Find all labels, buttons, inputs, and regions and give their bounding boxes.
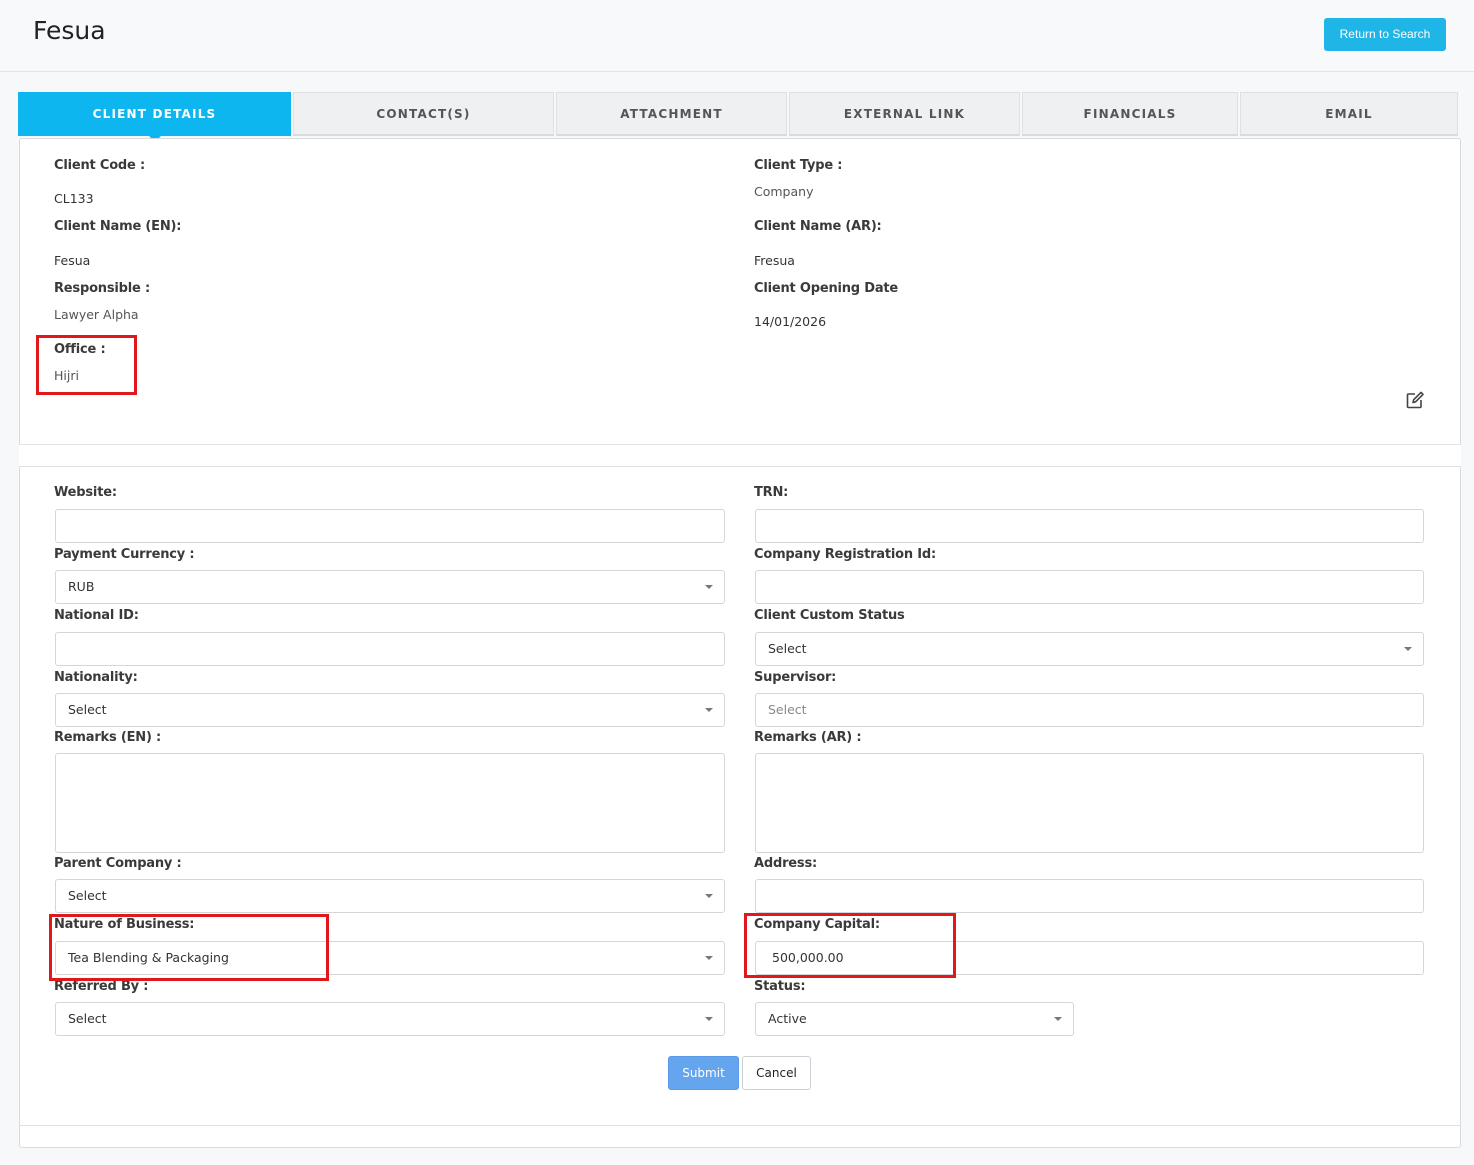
client-name-ar-value: Fresua (754, 253, 795, 268)
chevron-down-icon (705, 894, 713, 898)
company-capital-input[interactable]: 500,000.00 (755, 941, 1424, 975)
select-value: Select (768, 641, 807, 656)
referred-by-select[interactable]: Select (55, 1002, 725, 1036)
client-type-label: Client Type : (754, 158, 843, 173)
cancel-button[interactable]: Cancel (742, 1056, 811, 1090)
status-label: Status: (754, 979, 806, 994)
website-label: Website: (54, 485, 117, 500)
company-registration-label: Company Registration Id: (754, 547, 936, 562)
select-value: Select (68, 1011, 107, 1026)
chevron-down-icon (705, 1017, 713, 1021)
payment-currency-label: Payment Currency : (54, 547, 195, 562)
edit-icon[interactable] (1405, 390, 1425, 410)
tab-email[interactable]: EMAIL (1240, 92, 1458, 136)
nature-of-business-label: Nature of Business: (54, 917, 195, 932)
tab-attachment[interactable]: ATTACHMENT (556, 92, 787, 136)
select-value: Select (68, 888, 107, 903)
nationality-select[interactable]: Select (55, 693, 725, 727)
office-label: Office : (54, 342, 106, 357)
chevron-down-icon (1054, 1017, 1062, 1021)
custom-status-label: Client Custom Status (754, 608, 905, 623)
responsible-label: Responsible : (54, 281, 150, 296)
chevron-down-icon (1404, 647, 1412, 651)
tab-label: EMAIL (1325, 107, 1373, 121)
website-input[interactable] (55, 509, 725, 543)
parent-company-select[interactable]: Select (55, 879, 725, 913)
supervisor-input[interactable]: Select (755, 693, 1424, 727)
return-to-search-button[interactable]: Return to Search (1324, 18, 1446, 51)
card-footer-divider (19, 1125, 1461, 1126)
address-label: Address: (754, 856, 817, 871)
national-id-label: National ID: (54, 608, 139, 623)
remarks-en-textarea[interactable] (55, 753, 725, 853)
trn-label: TRN: (754, 485, 789, 500)
client-code-value: CL133 (54, 191, 94, 206)
tab-label: EXTERNAL LINK (843, 107, 966, 121)
national-id-input[interactable] (55, 632, 725, 666)
responsible-value: Lawyer Alpha (54, 307, 139, 322)
remarks-en-label: Remarks (EN) : (54, 730, 162, 745)
tab-label: FINANCIALS (1083, 107, 1177, 121)
tab-financials[interactable]: FINANCIALS (1022, 92, 1238, 136)
tab-contacts[interactable]: CONTACT(S) (293, 92, 554, 136)
company-capital-label: Company Capital: (754, 917, 880, 932)
client-type-value: Company (754, 184, 814, 199)
page-header: Fesua Return to Search (0, 0, 1474, 72)
client-code-label: Client Code : (54, 158, 145, 173)
tab-bar: CLIENT DETAILS CONTACT(S) ATTACHMENT EXT… (18, 92, 1458, 142)
select-value: RUB (68, 579, 95, 594)
select-value: Select (68, 702, 107, 717)
client-name-ar-label: Client Name (AR): (754, 219, 882, 234)
tab-external-link[interactable]: EXTERNAL LINK (789, 92, 1020, 136)
opening-date-value: 14/01/2026 (754, 314, 827, 329)
supervisor-label: Supervisor: (754, 670, 837, 685)
opening-date-label: Client Opening Date (754, 281, 899, 296)
section-divider (19, 444, 1461, 467)
remarks-ar-textarea[interactable] (755, 753, 1424, 853)
parent-company-label: Parent Company : (54, 856, 182, 871)
trn-input[interactable] (755, 509, 1424, 543)
page-title: Fesua (33, 16, 106, 45)
custom-status-select[interactable]: Select (755, 632, 1424, 666)
address-input[interactable] (755, 879, 1424, 913)
tab-label: CONTACT(S) (376, 107, 471, 121)
nationality-label: Nationality: (54, 670, 138, 685)
tab-label: ATTACHMENT (620, 107, 723, 121)
client-name-en-label: Client Name (EN): (54, 219, 182, 234)
submit-button[interactable]: Submit (668, 1056, 739, 1090)
nature-of-business-select[interactable]: Tea Blending & Packaging (55, 941, 725, 975)
payment-currency-select[interactable]: RUB (55, 570, 725, 604)
remarks-ar-label: Remarks (AR) : (754, 730, 862, 745)
client-name-en-value: Fesua (54, 253, 91, 268)
tab-client-details[interactable]: CLIENT DETAILS (18, 92, 291, 142)
company-registration-input[interactable] (755, 570, 1424, 604)
chevron-down-icon (705, 956, 713, 960)
referred-by-label: Referred By : (54, 979, 149, 994)
select-value: Tea Blending & Packaging (68, 950, 229, 965)
tab-label: CLIENT DETAILS (92, 107, 217, 121)
chevron-down-icon (705, 708, 713, 712)
office-value: Hijri (54, 368, 79, 383)
select-value: Active (768, 1011, 807, 1026)
chevron-down-icon (705, 585, 713, 589)
status-select[interactable]: Active (755, 1002, 1074, 1036)
